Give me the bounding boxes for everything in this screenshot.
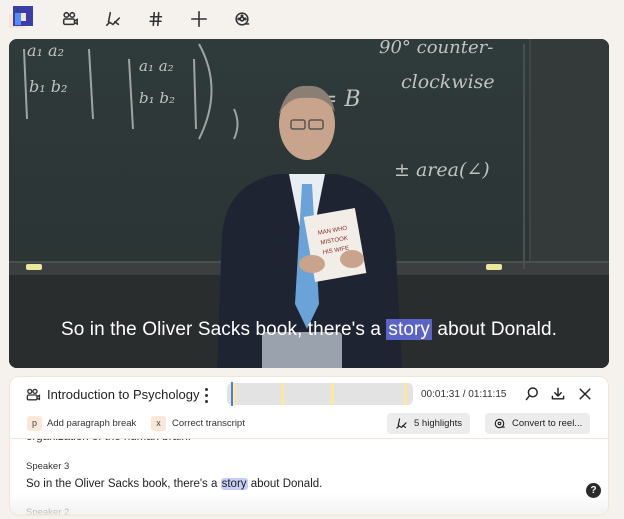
highlight-marker[interactable] — [233, 383, 236, 405]
video-camera-icon[interactable] — [60, 9, 80, 29]
divider — [10, 438, 608, 439]
timeline-scrubber[interactable] — [227, 382, 413, 406]
transcript-line-previous: organization of the human brain. — [26, 431, 191, 443]
more-options-icon[interactable] — [201, 386, 211, 404]
highlighter-icon — [396, 418, 407, 429]
highlight-marker[interactable] — [281, 383, 284, 405]
transcript-panel: Introduction to Psychology 00:01:31 / 01… — [9, 376, 609, 516]
transcript-line-current[interactable]: So in the Oliver Sacks book, there's a s… — [26, 478, 322, 490]
video-player[interactable]: a₁ a₂ b₁ b₂ a₁ a₂ b₁ b₂ 90° counter- clo… — [9, 39, 609, 368]
highlight-marker[interactable] — [331, 383, 334, 405]
caption-highlighted-word[interactable]: story — [386, 319, 433, 340]
highlights-button[interactable]: 5 highlights — [387, 413, 471, 434]
convert-to-reel-button[interactable]: Convert to reel... — [485, 413, 591, 434]
help-button[interactable]: ? — [586, 483, 601, 498]
shortcut-key-p: p — [27, 416, 42, 431]
shortcut-label-correct-transcript[interactable]: Correct transcript — [172, 418, 245, 429]
video-caption: So in the Oliver Sacks book, there's a s… — [60, 319, 558, 340]
top-toolbar — [0, 0, 624, 38]
shortcut-key-x: x — [151, 416, 166, 431]
timecode: 00:01:31 / 01:11:15 — [421, 389, 507, 400]
hashtag-icon[interactable] — [146, 9, 166, 29]
close-icon[interactable] — [576, 385, 594, 403]
highlight-marker[interactable] — [404, 383, 407, 405]
reel-icon — [494, 418, 505, 429]
search-icon[interactable] — [523, 385, 541, 403]
download-icon[interactable] — [549, 385, 567, 403]
transcript-highlighted-word[interactable]: story — [220, 478, 248, 490]
shortcut-label-paragraph-break[interactable]: Add paragraph break — [47, 418, 136, 429]
speaker-label: Speaker 3 — [26, 461, 70, 472]
highlighter-icon[interactable] — [103, 9, 123, 29]
plus-icon[interactable] — [189, 9, 209, 29]
recording-title: Introduction to Psychology — [47, 387, 200, 402]
app-logo[interactable] — [9, 6, 35, 28]
reel-icon[interactable] — [232, 9, 252, 29]
video-camera-icon — [26, 388, 41, 401]
playhead[interactable] — [231, 382, 233, 406]
